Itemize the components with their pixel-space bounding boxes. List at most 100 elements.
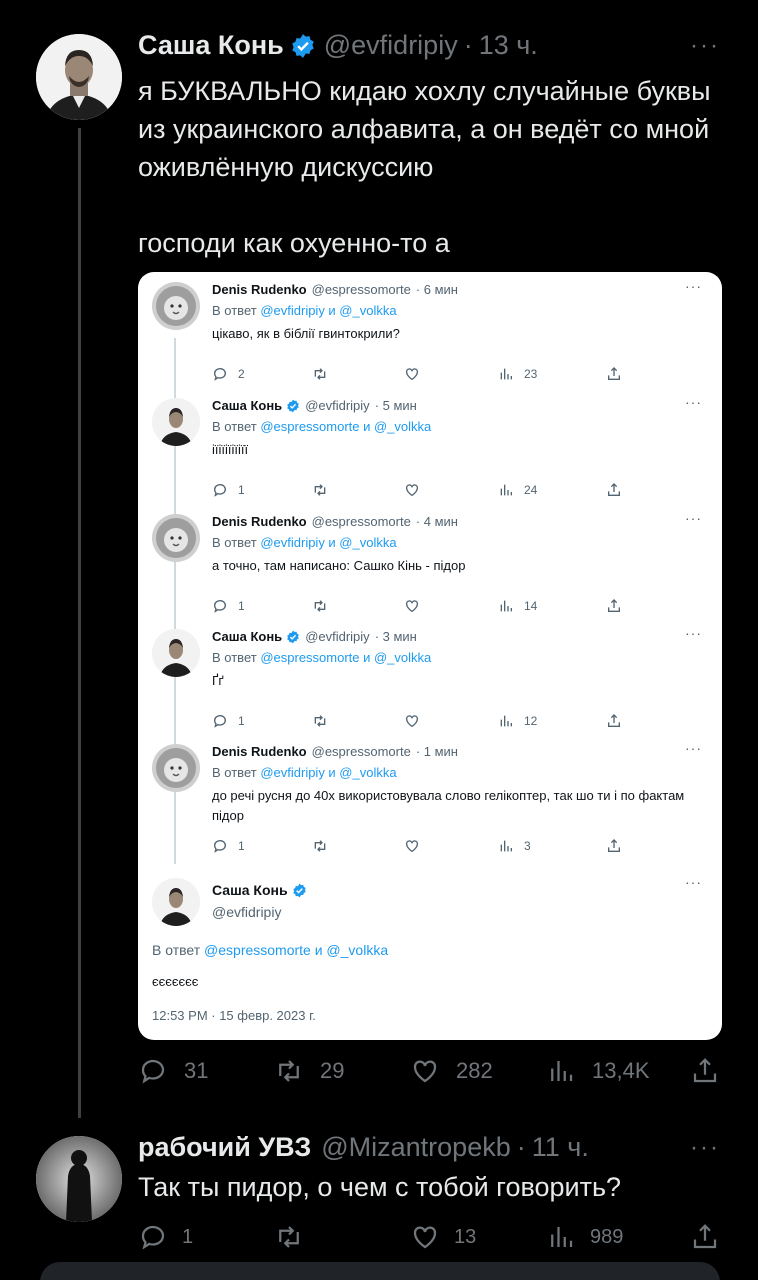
share-icon [693,1224,717,1249]
share-button[interactable] [690,1222,720,1252]
share-button[interactable] [690,1056,720,1086]
embedded-timestamp: 12:53 PM · 15 февр. 2023 г. [152,1008,316,1023]
embedded-time: · 3 мин [374,629,417,644]
views-count: 12 [524,714,538,728]
retweet-button[interactable]: 29 [274,1056,344,1086]
embedded-time: · 4 мин [415,514,458,529]
tweet-actions: 1 13 989 [138,1222,728,1256]
verified-badge-icon [292,883,307,898]
reply-prefix: В ответ [212,303,257,318]
like-icon [404,713,420,729]
embedded-tweet-header: Саша Конь @evfidripiy · 3 мин [212,629,417,644]
embedded-time: · 5 мин [374,398,417,413]
embedded-tweet-header: Denis Rudenko @espressomorte · 4 мин [212,514,458,529]
embedded-reply-to: В ответ @evfidripiy и @_volkka [212,303,397,318]
views-count: 989 [590,1225,624,1248]
views-count: 13,4K [592,1058,650,1083]
tweet-time[interactable]: 13 ч. [479,30,538,61]
like-button[interactable]: 13 [410,1222,476,1252]
embedded-author-name: Denis Rudenko [212,282,307,297]
author-handle[interactable]: @evfidripiy [324,30,458,61]
views-icon: 24 [498,482,537,498]
views-count: 14 [524,599,538,613]
embedded-reply-to: В ответ @evfidripiy и @_volkka [212,765,397,780]
like-icon [404,598,420,614]
embedded-tweet: Denis Rudenko @espressomorte · 4 мин ···… [152,510,708,624]
author-name[interactable]: Саша Конь [138,30,284,61]
embedded-tweet: Denis Rudenko @espressomorte · 1 мин ···… [152,740,708,870]
tweet-actions: 31 29 282 13,4K [138,1056,728,1090]
reply-count: 2 [238,367,245,381]
embedded-author-handle: @evfidripiy [305,629,370,644]
reply-links: @espressomorte и @_volkka [260,419,432,434]
more-icon: ··· [685,740,702,756]
embedded-image[interactable]: Denis Rudenko @espressomorte · 6 мин ···… [138,272,722,1040]
reply-icon [141,1059,165,1084]
embedded-actions: 1 12 [212,713,632,733]
like-count: 13 [454,1225,477,1248]
like-count: 282 [456,1058,493,1083]
more-icon[interactable]: ··· [690,32,720,60]
reply-links: @evfidripiy и @_volkka [260,535,397,550]
tweet-body: я БУКВАЛЬНО кидаю хохлу случайные буквы … [138,72,718,262]
reply-icon [141,1225,165,1250]
views-icon: 3 [498,838,531,854]
like-icon [404,482,420,498]
more-icon: ··· [685,625,702,641]
author-name[interactable]: рабочий УВЗ [138,1132,311,1163]
embedded-tweet-header: Denis Rudenko @espressomorte · 1 мин [212,744,458,759]
reply-count: 1 [238,714,245,728]
person-avatar-icon [36,34,122,120]
tweet-header: Саша Конь @evfidripiy · 13 ч. [138,30,538,61]
tweet-header: рабочий УВЗ @Mizantropekb · 11 ч. [138,1132,589,1163]
embedded-reply-to: В ответ @espressomorte и @_volkka [212,650,431,665]
retweet-icon [312,713,328,729]
verified-badge-icon [286,399,300,413]
share-icon [606,482,622,498]
reply-count: 1 [238,483,245,497]
retweet-icon [279,1226,299,1248]
retweet-icon [279,1060,299,1082]
views-button[interactable]: 989 [546,1222,623,1252]
retweet-button[interactable] [274,1222,304,1252]
embedded-tweet-text: а точно, там написано: Сашко Кінь - підо… [212,558,466,573]
retweet-icon [312,482,328,498]
embedded-tweet-text: єєєєєєє [152,974,199,989]
reply-count: 31 [184,1058,209,1083]
person-avatar [152,629,200,677]
embedded-tweet-text: Ґґ [212,673,224,688]
reply-button[interactable]: 1 [138,1222,193,1252]
embedded-author-name: Denis Rudenko [212,514,307,529]
embedded-time: · 6 мин [415,282,458,297]
reply-button[interactable]: 31 [138,1056,208,1086]
author-handle[interactable]: @Mizantropekb [321,1132,511,1163]
views-count: 24 [524,483,538,497]
views-button[interactable]: 13,4K [546,1056,650,1086]
embedded-author-handle: @espressomorte [311,282,411,297]
views-icon: 23 [498,366,537,382]
avatar[interactable] [36,34,122,120]
bottom-reply-bar[interactable] [40,1262,720,1280]
reply-links: @evfidripiy и @_volkka [260,303,397,318]
reply-icon: 1 [212,713,245,729]
embedded-tweet: Саша Конь @evfidripiy · 5 мин ··· В отве… [152,394,708,508]
person-avatar [152,878,200,926]
like-icon [404,366,420,382]
more-icon[interactable]: ··· [690,1134,720,1162]
like-icon [413,1226,437,1249]
reply-prefix: В ответ [212,419,257,434]
embedded-actions: 2 23 [212,366,632,386]
reply-links: @espressomorte и @_volkka [260,650,432,665]
separator-dot: · [516,1132,526,1162]
thread-connector-line [78,128,81,1118]
embedded-tweet-text: до речі русня до 40х використовувала сло… [212,788,685,823]
avatar[interactable] [36,1136,122,1222]
embedded-author-name: Саша Конь [212,629,283,644]
share-icon [606,366,622,382]
person-avatar [152,398,200,446]
like-button[interactable]: 282 [410,1056,493,1086]
tweet-time[interactable]: 11 ч. [532,1132,589,1163]
embedded-tweet: Denis Rudenko @espressomorte · 6 мин ···… [152,278,708,392]
retweet-count: 29 [320,1058,345,1083]
embedded-author-name: Denis Rudenko [212,744,307,759]
